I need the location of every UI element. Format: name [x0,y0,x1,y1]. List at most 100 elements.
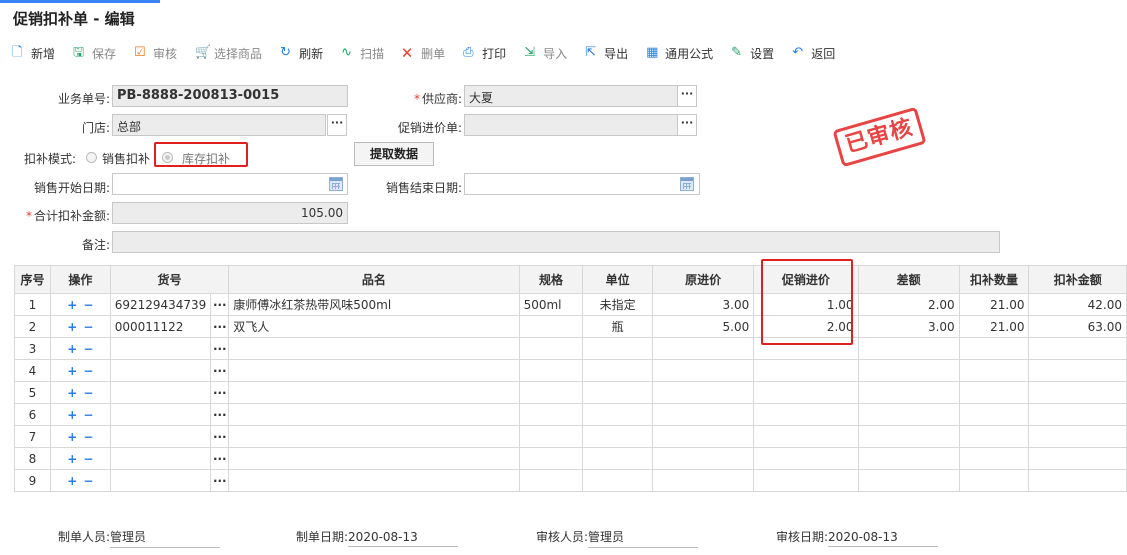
doc-no-field[interactable]: PB-8888-200813-0015 [112,85,348,107]
add-row-icon[interactable]: + [67,342,77,356]
unit-cell[interactable] [582,447,653,470]
sku-cell[interactable]: 000011122 [109,315,212,338]
spec-cell[interactable]: 500ml [518,293,584,316]
remove-row-icon[interactable]: − [83,474,93,488]
add-row-icon[interactable]: + [67,298,77,312]
sku-cell[interactable] [109,469,212,492]
column-header[interactable]: 序号 [14,265,51,294]
add-row-icon[interactable]: + [67,452,77,466]
toolbar-button-save[interactable]: 🖫 保存 [73,45,116,62]
sku-picker-button[interactable]: ··· [210,469,230,492]
add-row-icon[interactable]: + [67,430,77,444]
unit-cell[interactable] [582,469,653,492]
toolbar-button-export[interactable]: ⇱ 导出 [585,45,628,62]
promo-price-cell[interactable] [753,469,859,492]
add-row-icon[interactable]: + [67,320,77,334]
spec-cell[interactable] [518,469,584,492]
spec-cell[interactable] [518,403,584,426]
qty-cell[interactable] [958,469,1030,492]
unit-cell[interactable] [582,359,653,382]
toolbar-button-settings[interactable]: ✎ 设置 [731,45,774,62]
orig-price-cell[interactable] [651,359,755,382]
remove-row-icon[interactable]: − [83,452,93,466]
qty-cell[interactable] [958,359,1030,382]
column-header[interactable]: 扣补金额 [1028,265,1127,294]
column-header[interactable]: 规格 [518,265,584,294]
sku-picker-button[interactable]: ··· [210,359,230,382]
sku-cell[interactable] [109,381,212,404]
store-picker-button[interactable]: ··· [327,114,347,136]
orig-price-cell[interactable] [651,381,755,404]
sku-cell[interactable] [109,359,212,382]
sku-picker-button[interactable]: ··· [210,293,230,316]
column-header[interactable]: 差额 [857,265,960,294]
sku-cell[interactable]: 692129434739 [109,293,212,316]
end-date-calendar-icon[interactable] [680,177,694,191]
column-header[interactable]: 原进价 [651,265,755,294]
qty-cell[interactable] [958,337,1030,360]
fetch-data-button[interactable]: 提取数据 [354,142,434,166]
qty-cell[interactable] [958,425,1030,448]
orig-price-cell[interactable] [651,425,755,448]
sku-cell[interactable] [109,447,212,470]
supplier-picker-button[interactable]: ··· [677,85,697,107]
toolbar-button-delete-doc[interactable]: 🗙 删单 [402,45,445,62]
sku-picker-button[interactable]: ··· [210,447,230,470]
sku-picker-button[interactable]: ··· [210,337,230,360]
remove-row-icon[interactable]: − [83,408,93,422]
name-cell[interactable] [228,381,520,404]
name-cell[interactable]: 双飞人 [228,315,520,338]
add-row-icon[interactable]: + [67,408,77,422]
promo-price-doc-picker-button[interactable]: ··· [677,114,697,136]
toolbar-button-new-doc[interactable]: 🗋 新增 [12,45,55,62]
promo-price-cell[interactable] [753,403,859,426]
toolbar-button-import[interactable]: ⇲ 导入 [524,45,567,62]
name-cell[interactable] [228,403,520,426]
toolbar-button-print[interactable]: ⎙ 打印 [463,45,506,62]
remove-row-icon[interactable]: − [83,298,93,312]
toolbar-button-scan[interactable]: ∿ 扫描 [341,45,384,62]
mode-sales-radio[interactable] [86,152,97,163]
spec-cell[interactable] [518,337,584,360]
orig-price-cell[interactable] [651,447,755,470]
name-cell[interactable] [228,447,520,470]
toolbar-button-back[interactable]: ↶ 返回 [792,45,835,62]
name-cell[interactable] [228,337,520,360]
column-header[interactable]: 操作 [49,265,111,294]
toolbar-button-approve[interactable]: ☑ 审核 [134,45,177,62]
supplier-field[interactable]: 大夏 [464,85,678,107]
add-row-icon[interactable]: + [67,474,77,488]
promo-price-cell[interactable] [753,381,859,404]
spec-cell[interactable] [518,315,584,338]
sku-picker-button[interactable]: ··· [210,403,230,426]
sku-cell[interactable] [109,425,212,448]
qty-cell[interactable]: 21.00 [958,293,1030,316]
column-header[interactable]: 扣补数量 [958,265,1030,294]
remove-row-icon[interactable]: − [83,364,93,378]
remove-row-icon[interactable]: − [83,342,93,356]
unit-cell[interactable] [582,403,653,426]
orig-price-cell[interactable] [651,469,755,492]
name-cell[interactable]: 康师傅冰红茶热带风味500ml [228,293,520,316]
column-header[interactable]: 货号 [109,265,230,294]
unit-cell[interactable]: 未指定 [582,293,653,316]
promo-price-doc-field[interactable] [464,114,678,136]
add-row-icon[interactable]: + [67,386,77,400]
unit-cell[interactable] [582,381,653,404]
unit-cell[interactable]: 瓶 [582,315,653,338]
qty-cell[interactable] [958,447,1030,470]
promo-price-cell[interactable] [753,447,859,470]
toolbar-button-refresh[interactable]: ↻ 刷新 [280,45,323,62]
start-date-field[interactable] [112,173,348,195]
qty-cell[interactable] [958,381,1030,404]
end-date-field[interactable] [464,173,700,195]
sku-picker-button[interactable]: ··· [210,315,230,338]
sku-picker-button[interactable]: ··· [210,425,230,448]
store-field[interactable]: 总部 [112,114,326,136]
remove-row-icon[interactable]: − [83,430,93,444]
name-cell[interactable] [228,359,520,382]
toolbar-button-cart[interactable]: 🛒 选择商品 [195,45,262,62]
remove-row-icon[interactable]: − [83,386,93,400]
spec-cell[interactable] [518,381,584,404]
column-header[interactable]: 单位 [582,265,653,294]
